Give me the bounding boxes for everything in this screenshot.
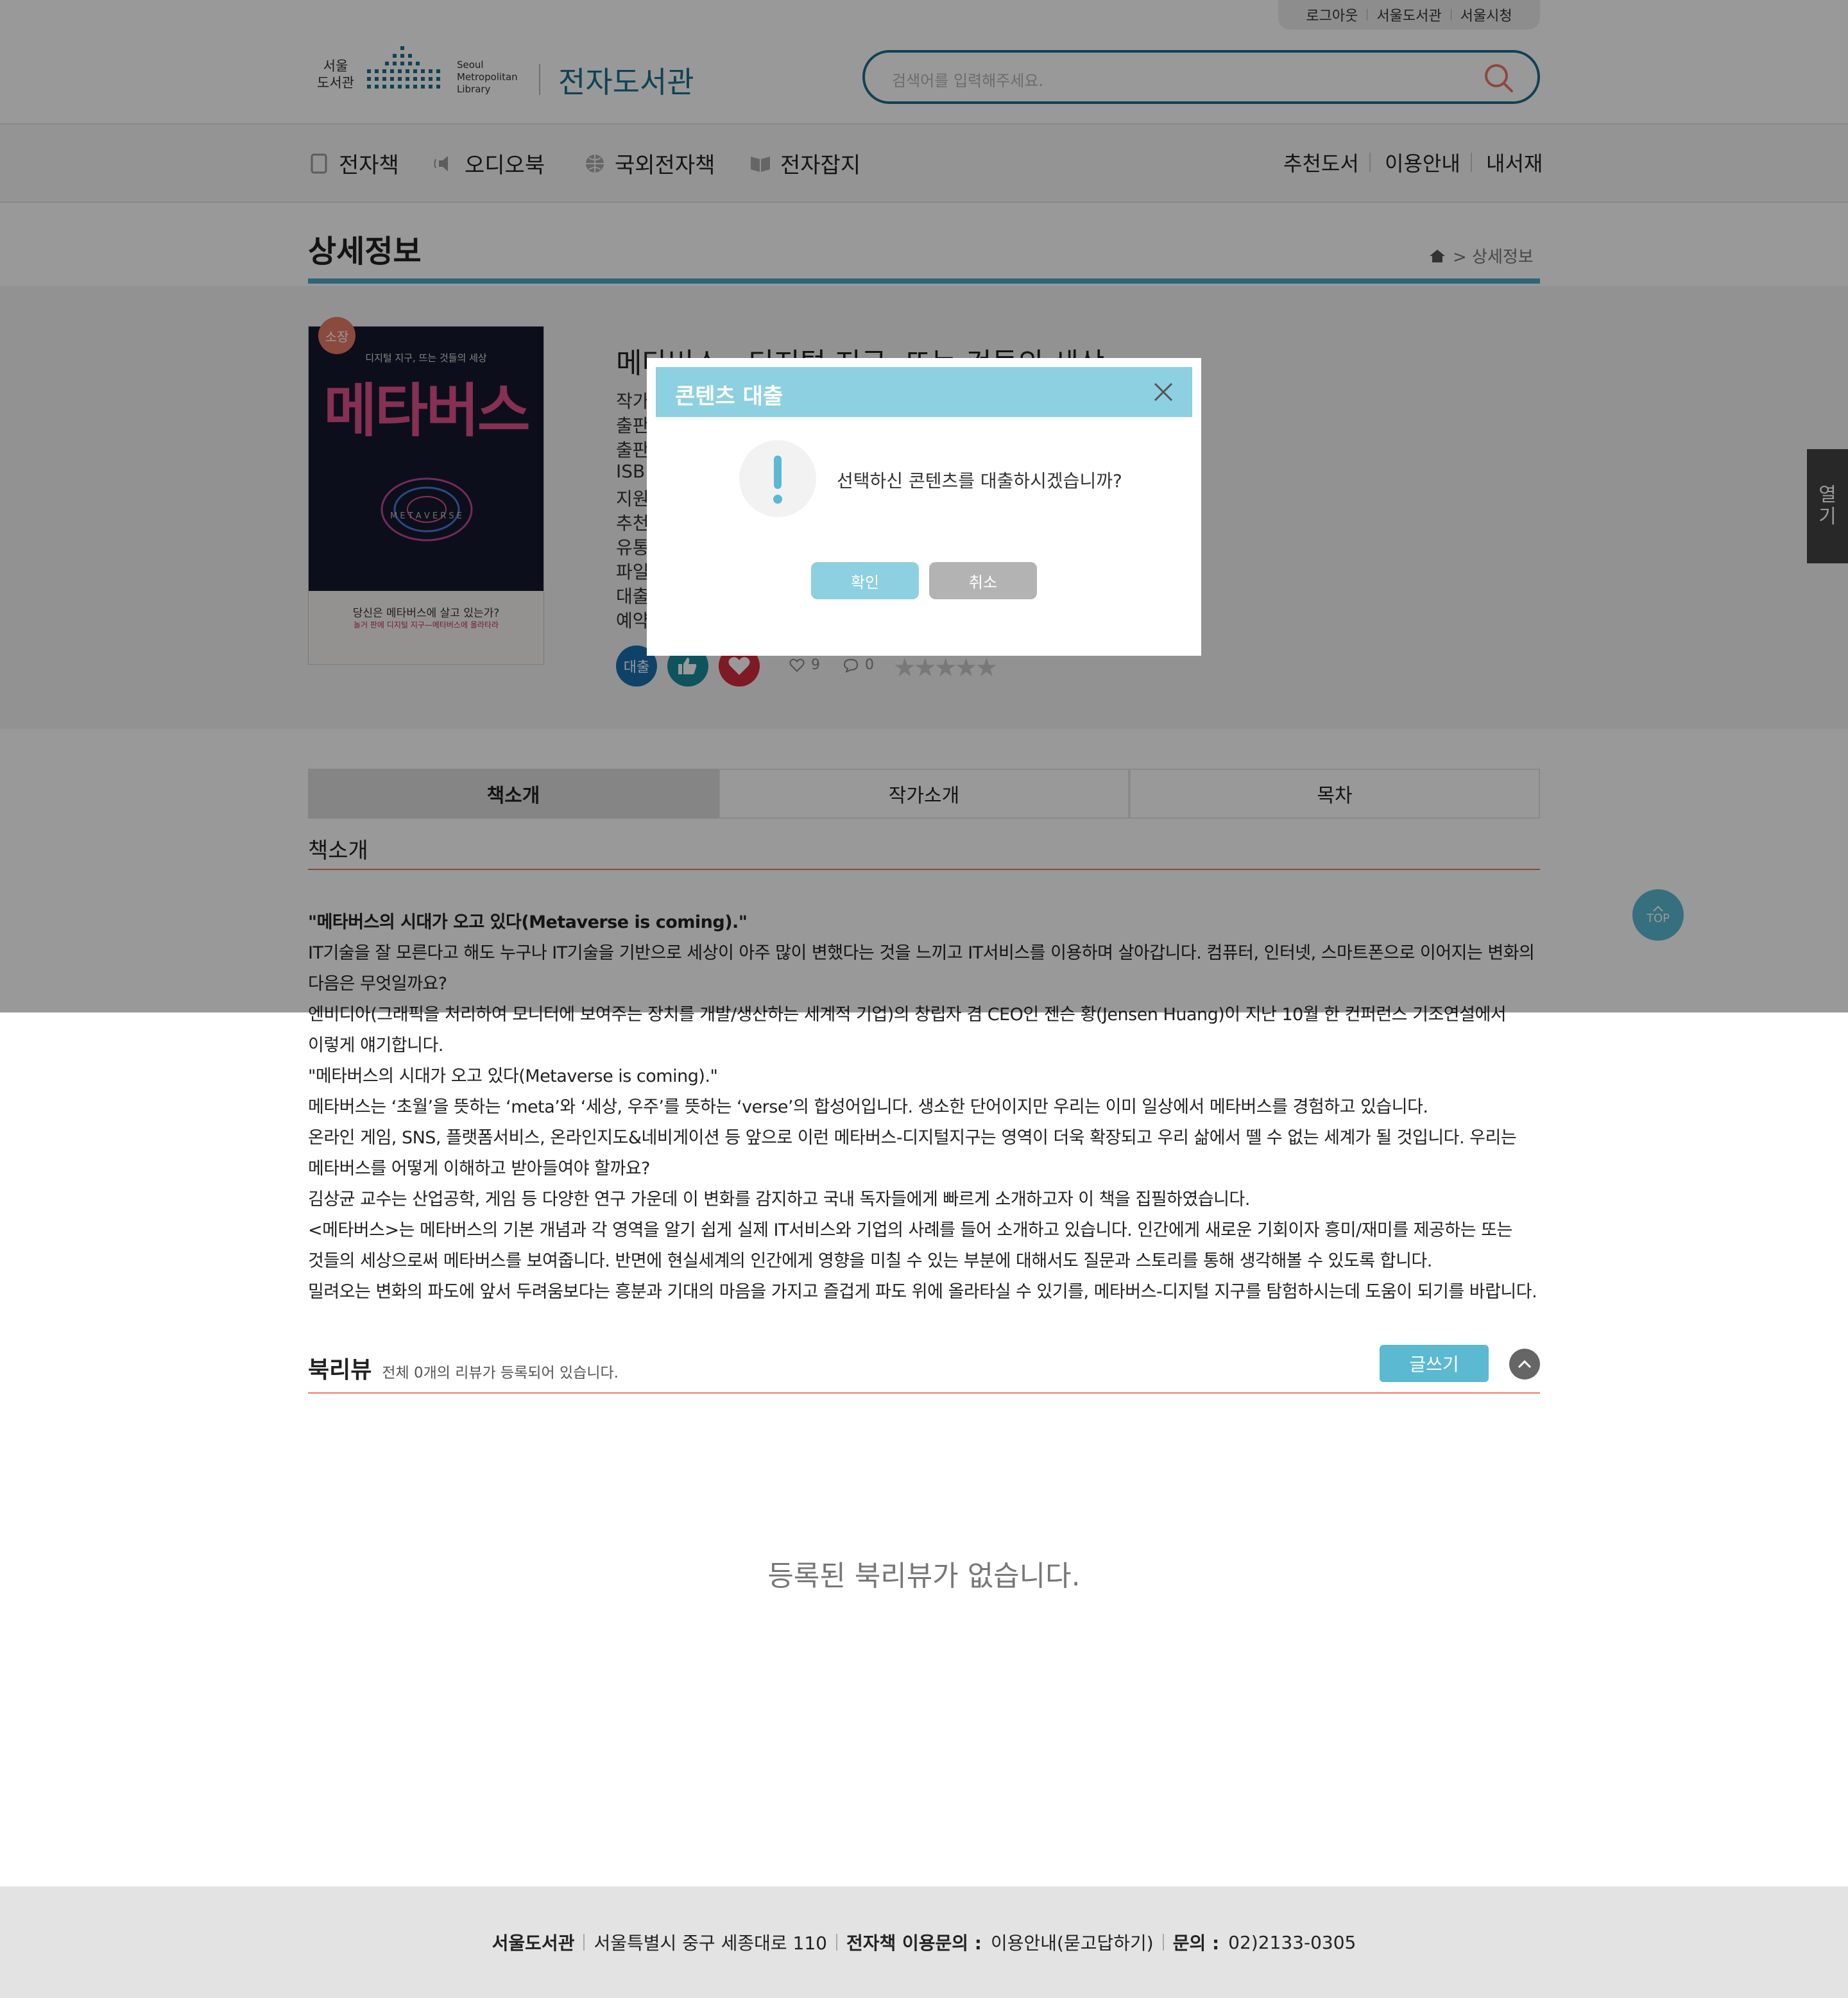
write-review-button[interactable]: 글쓰기 [1380, 1345, 1489, 1382]
intro-line: 메타버스는 ‘초월’을 뜻하는 ‘meta’와 ‘세상, 우주’를 뜻하는 ‘v… [308, 1097, 1428, 1117]
divider [1162, 1934, 1164, 1951]
loan-confirm-dialog: 콘텐츠 대출 선택하신 콘텐츠를 대출하시겠습니까? 확인 취소 [647, 358, 1201, 656]
footer-address: 서울특별시 중구 세종대로 110 [594, 1933, 827, 1954]
chevron-up-icon [1518, 1360, 1532, 1369]
intro-line: 것들의 세상으로써 메타버스를 보여줍니다. 반면에 현실세계의 인간에게 영향… [308, 1251, 1432, 1271]
footer-org: 서울도서관 [492, 1933, 575, 1954]
footer-contact-link[interactable]: 이용안내(묻고답하기) [991, 1929, 1154, 1955]
collapse-button[interactable] [1509, 1349, 1540, 1379]
intro-line: 밀려오는 변화의 파도에 앞서 두려움보다는 흥분과 기대의 마음을 가지고 즐… [308, 1282, 1537, 1302]
divider [835, 1934, 837, 1951]
divider [583, 1934, 585, 1951]
no-reviews-message: 등록된 북리뷰가 없습니다. [767, 1560, 1081, 1592]
intro-line: <메타버스>는 메타버스의 기본 개념과 각 영역을 알기 쉽게 실제 IT서비… [308, 1220, 1512, 1240]
intro-line: 메타버스를 어떻게 이해하고 받아들여야 할까요? [308, 1159, 650, 1179]
intro-line: 이렇게 얘기합니다. [308, 1036, 443, 1055]
intro-line: "메타버스의 시대가 오고 있다(Metaverse is coming)." [308, 1066, 718, 1086]
intro-line: 온라인 게임, SNS, 플랫폼서비스, 온라인지도&네비게이션 등 앞으로 이… [308, 1128, 1517, 1148]
exclamation-icon [739, 440, 816, 517]
dialog-header: 콘텐츠 대출 [656, 367, 1192, 417]
exclamation-mark-icon [773, 456, 782, 504]
footer-contact-label: 전자책 이용문의 : [846, 1933, 982, 1954]
footer-phone: 02)2133-0305 [1228, 1931, 1356, 1953]
confirm-button[interactable]: 확인 [811, 562, 919, 599]
footer-phone-label: 문의 : [1172, 1933, 1220, 1954]
review-title: 북리뷰 [308, 1357, 372, 1383]
dialog-message: 선택하신 콘텐츠를 대출하시겠습니까? [837, 470, 1122, 491]
review-header: 북리뷰 전체 0개의 리뷰가 등록되어 있습니다. [308, 1351, 619, 1385]
review-count: 전체 0개의 리뷰가 등록되어 있습니다. [382, 1365, 619, 1381]
review-divider [308, 1392, 1540, 1394]
close-icon[interactable] [1151, 380, 1176, 404]
intro-line: 김상균 교수는 산업공학, 게임 등 다양한 연구 가운데 이 변화를 감지하고… [308, 1190, 1250, 1209]
footer: 서울도서관 서울특별시 중구 세종대로 110 전자책 이용문의 : 이용안내(… [0, 1886, 1848, 1998]
dialog-title: 콘텐츠 대출 [675, 384, 783, 409]
cancel-button[interactable]: 취소 [929, 562, 1037, 599]
